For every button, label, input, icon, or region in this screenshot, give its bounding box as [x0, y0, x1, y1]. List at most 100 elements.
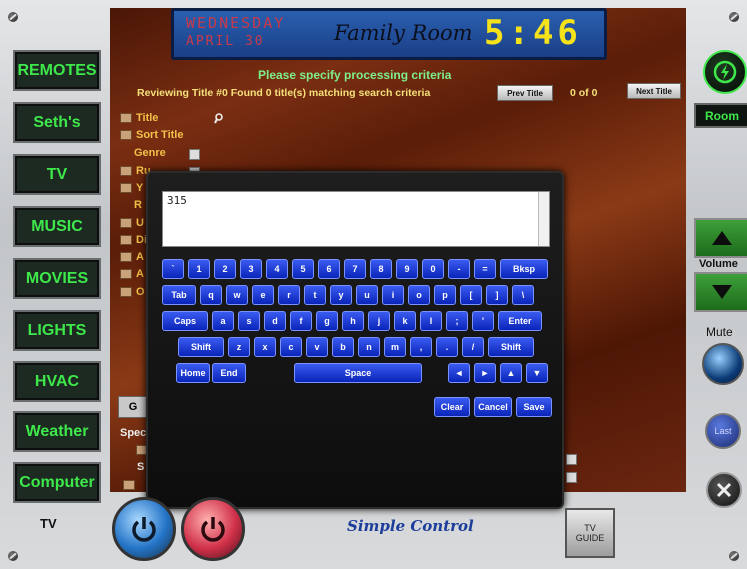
tv-guide-button[interactable]: TV GUIDE [565, 508, 615, 558]
key-4[interactable]: 4 [266, 259, 288, 279]
key-sym93[interactable]: ] [486, 285, 508, 305]
sidebar-item-music[interactable]: MUSIC [13, 206, 101, 247]
key-f[interactable]: f [290, 311, 312, 331]
key-e[interactable]: e [252, 285, 274, 305]
key-sym47[interactable]: / [462, 337, 484, 357]
key-v[interactable]: v [306, 337, 328, 357]
key-2[interactable]: 2 [214, 259, 236, 279]
key-c[interactable]: c [280, 337, 302, 357]
key-9[interactable]: 9 [396, 259, 418, 279]
key-tab[interactable]: Tab [162, 285, 196, 305]
sidebar-item-computer[interactable]: Computer [13, 462, 101, 503]
key-space[interactable]: Space [294, 363, 422, 383]
key-o[interactable]: o [408, 285, 430, 305]
key-u[interactable]: u [356, 285, 378, 305]
key-7[interactable]: 7 [344, 259, 366, 279]
key-enter[interactable]: Enter [498, 311, 542, 331]
key-sym9650[interactable]: ▲ [500, 363, 522, 383]
key-k[interactable]: k [394, 311, 416, 331]
key-sym44[interactable]: , [410, 337, 432, 357]
key-1[interactable]: 1 [188, 259, 210, 279]
key-8[interactable]: 8 [370, 259, 392, 279]
power-off-button[interactable] [181, 497, 245, 561]
volume-down-button[interactable] [694, 272, 747, 312]
volume-up-button[interactable] [694, 218, 747, 258]
sidebar-item-seths[interactable]: Seth's [13, 102, 101, 143]
field-u[interactable]: U [120, 217, 144, 229]
field-y[interactable]: Y [120, 182, 143, 194]
sidebar-item-movies[interactable]: MOVIES [13, 258, 101, 299]
field-a1[interactable]: A [120, 251, 144, 263]
field-title[interactable]: Title [120, 112, 158, 124]
key-g[interactable]: g [316, 311, 338, 331]
key-cancel[interactable]: Cancel [474, 397, 512, 417]
key-a[interactable]: a [212, 311, 234, 331]
key-sym96[interactable]: ` [162, 259, 184, 279]
search-icon[interactable] [214, 111, 223, 124]
key-q[interactable]: q [200, 285, 222, 305]
keyboard-text-input[interactable]: 315 [162, 191, 550, 247]
field-r[interactable]: R [134, 199, 142, 211]
key-sym9658[interactable]: ► [474, 363, 496, 383]
key-3[interactable]: 3 [240, 259, 262, 279]
key-6[interactable]: 6 [318, 259, 340, 279]
key-r[interactable]: r [278, 285, 300, 305]
key-bksp[interactable]: Bksp [500, 259, 548, 279]
key-p[interactable]: p [434, 285, 456, 305]
key-sym9668[interactable]: ◄ [448, 363, 470, 383]
key-sym46[interactable]: . [436, 337, 458, 357]
key-i[interactable]: i [382, 285, 404, 305]
key-sym61[interactable]: = [474, 259, 496, 279]
power-bolt-button[interactable] [703, 50, 747, 94]
field-genre[interactable]: Genre [134, 147, 166, 159]
input-scrollbar[interactable] [538, 192, 549, 246]
power-on-button[interactable] [112, 497, 176, 561]
spec-arrows-icon[interactable] [566, 452, 590, 483]
key-5[interactable]: 5 [292, 259, 314, 279]
room-button[interactable]: Room [694, 103, 747, 128]
key-l[interactable]: l [420, 311, 442, 331]
key-end[interactable]: End [212, 363, 246, 383]
key-sym91[interactable]: [ [460, 285, 482, 305]
key-save[interactable]: Save [516, 397, 552, 417]
key-j[interactable]: j [368, 311, 390, 331]
key-y[interactable]: y [330, 285, 352, 305]
sidebar-item-hvac[interactable]: HVAC [13, 361, 101, 402]
field-di[interactable]: Di [120, 234, 147, 246]
field-a2[interactable]: A [120, 268, 144, 280]
key-s[interactable]: s [238, 311, 260, 331]
key-m[interactable]: m [384, 337, 406, 357]
key-home[interactable]: Home [176, 363, 210, 383]
next-title-button[interactable]: Next Title [627, 83, 681, 99]
field-o[interactable]: O [120, 286, 145, 298]
key-0[interactable]: 0 [422, 259, 444, 279]
sidebar-item-remotes[interactable]: REMOTES [13, 50, 101, 91]
prev-title-button[interactable]: Prev Title [497, 85, 553, 101]
key-h[interactable]: h [342, 311, 364, 331]
close-button[interactable] [706, 472, 742, 508]
sidebar-item-lights[interactable]: LIGHTS [13, 310, 101, 351]
key-z[interactable]: z [228, 337, 250, 357]
field-sort-title[interactable]: Sort Title [120, 129, 183, 141]
key-sym59[interactable]: ; [446, 311, 468, 331]
key-caps[interactable]: Caps [162, 311, 208, 331]
key-n[interactable]: n [358, 337, 380, 357]
genre-arrows-icon[interactable] [189, 147, 213, 178]
key-sym45[interactable]: - [448, 259, 470, 279]
key-shift[interactable]: Shift [178, 337, 224, 357]
key-b[interactable]: b [332, 337, 354, 357]
key-t[interactable]: t [304, 285, 326, 305]
key-d[interactable]: d [264, 311, 286, 331]
g-button[interactable]: G [118, 396, 148, 418]
key-shift[interactable]: Shift [488, 337, 534, 357]
key-sym9660[interactable]: ▼ [526, 363, 548, 383]
sidebar-item-weather[interactable]: Weather [13, 411, 101, 452]
key-clear[interactable]: Clear [434, 397, 470, 417]
key-sym39[interactable]: ' [472, 311, 494, 331]
mute-button[interactable] [702, 343, 744, 385]
last-button[interactable]: Last [705, 413, 741, 449]
key-w[interactable]: w [226, 285, 248, 305]
sidebar-item-tv[interactable]: TV [13, 154, 101, 195]
key-x[interactable]: x [254, 337, 276, 357]
key-sym92[interactable]: \ [512, 285, 534, 305]
